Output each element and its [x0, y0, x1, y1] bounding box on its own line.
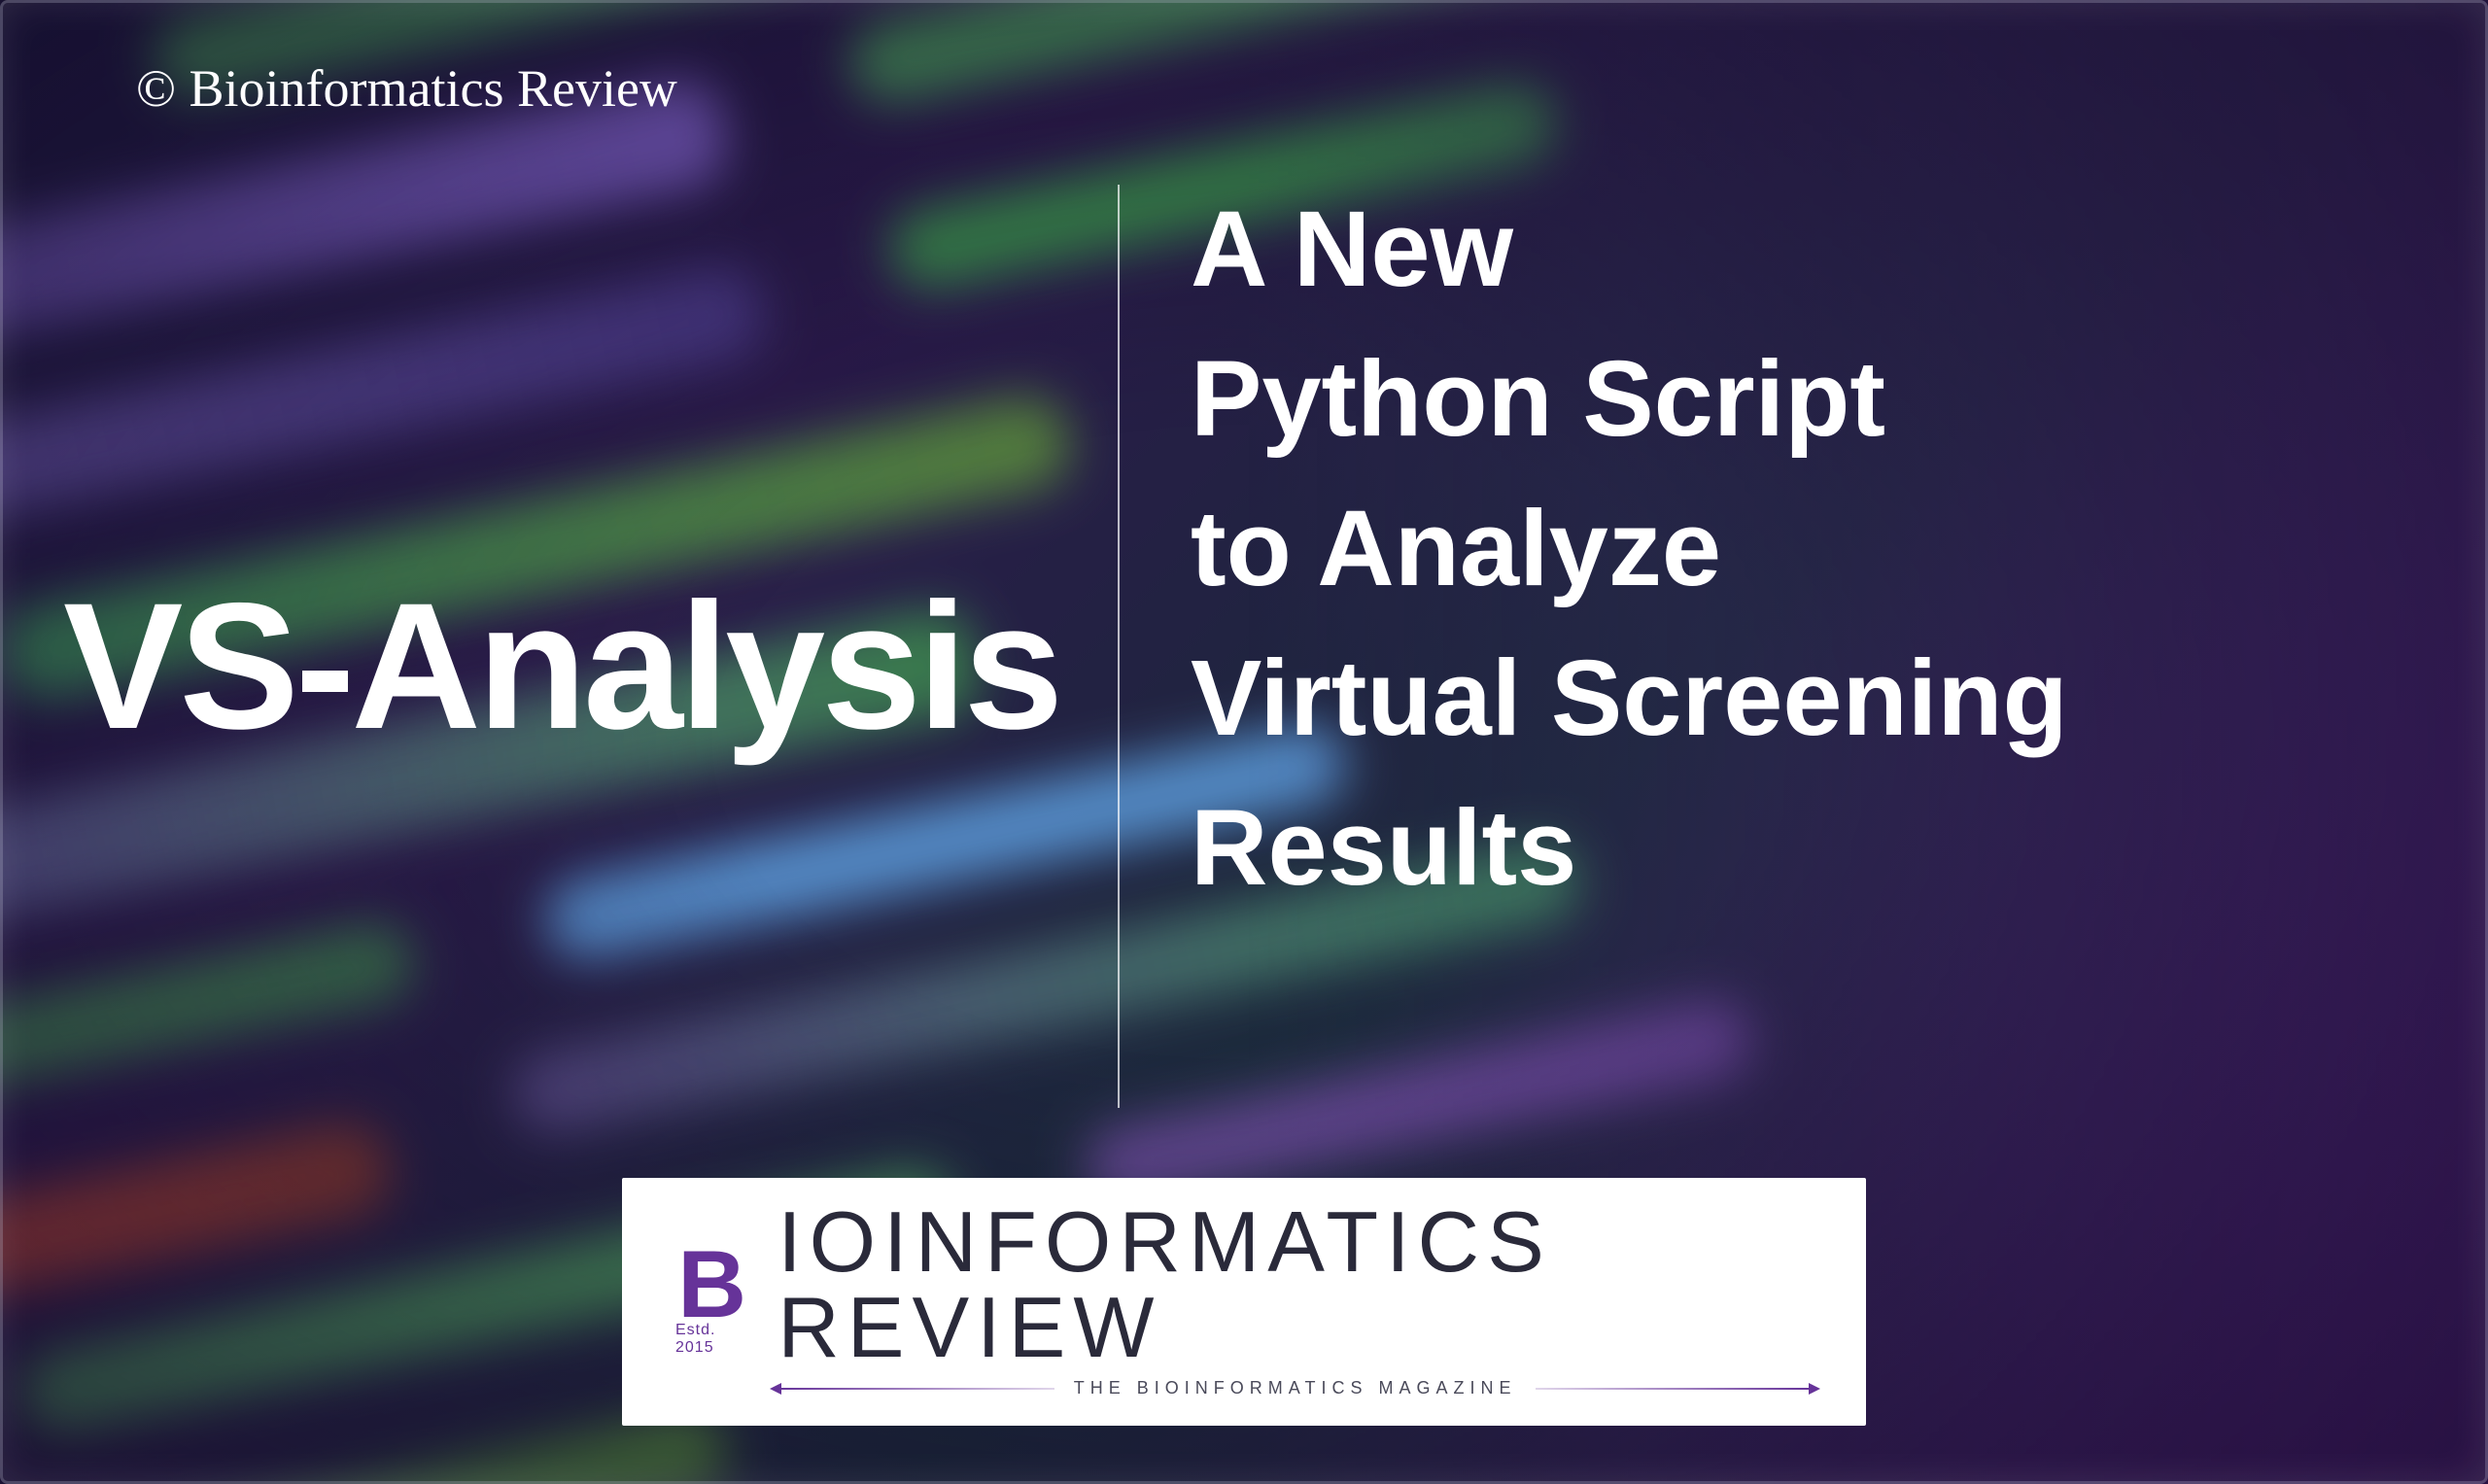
subtitle-line-1: A New: [1191, 175, 2068, 325]
subtitle-line-3: to Analyze: [1191, 474, 2068, 624]
logo-banner: B Estd. 2015 IOINFORMATICS REVIEW THE BI…: [622, 1178, 1866, 1426]
subtitle-line-5: Results: [1191, 774, 2068, 923]
vertical-divider: [1118, 185, 1120, 1108]
subtitle: A New Python Script to Analyze Virtual S…: [1191, 175, 2068, 923]
copyright-text: © Bioinformatics Review: [136, 58, 677, 119]
logo-mark: B Estd. 2015: [675, 1241, 748, 1357]
arrow-left-icon: [778, 1388, 1054, 1390]
logo-text: IOINFORMATICS REVIEW: [778, 1199, 1813, 1370]
logo-tagline: THE BIOINFORMATICS MAGAZINE: [1074, 1378, 1517, 1398]
main-title: VS-Analysis: [63, 564, 1059, 770]
arrow-right-icon: [1536, 1388, 1813, 1390]
logo-text-group: IOINFORMATICS REVIEW THE BIOINFORMATICS …: [778, 1199, 1813, 1398]
subtitle-line-4: Virtual Screening: [1191, 624, 2068, 774]
logo-tagline-row: THE BIOINFORMATICS MAGAZINE: [778, 1378, 1813, 1398]
subtitle-line-2: Python Script: [1191, 325, 2068, 474]
logo-letter: B: [677, 1241, 746, 1327]
banner-image: © Bioinformatics Review VS-Analysis A Ne…: [0, 0, 2488, 1484]
